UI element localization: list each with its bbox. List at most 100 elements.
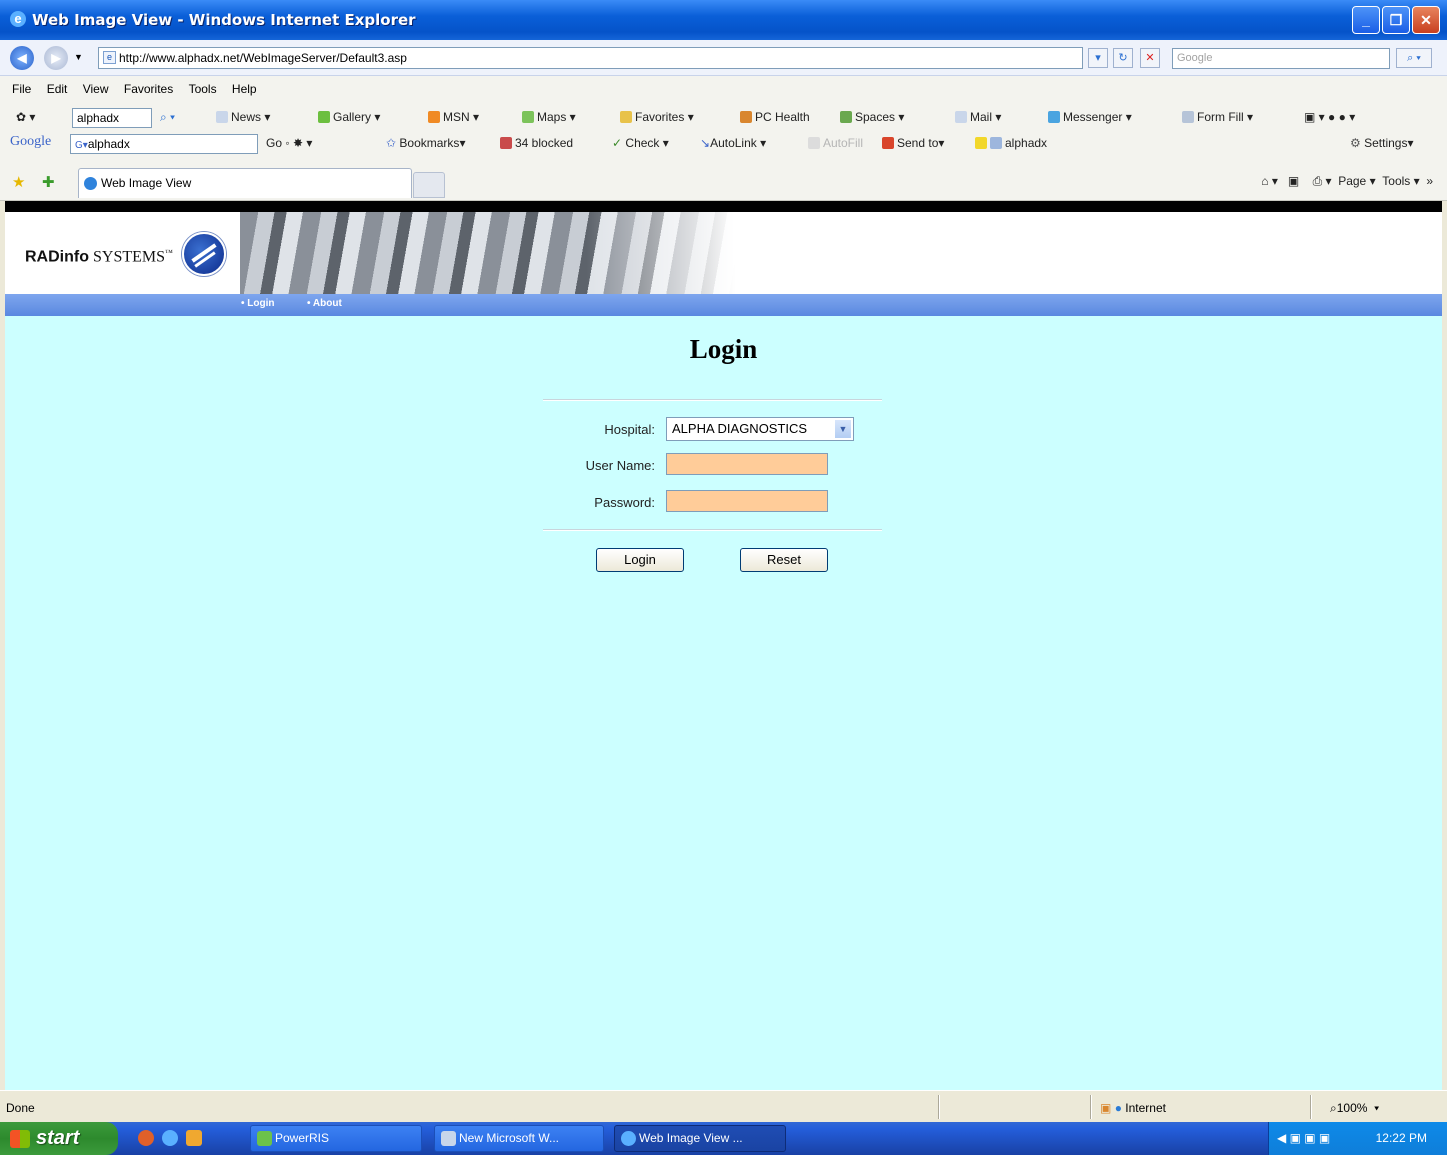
popup-blocked-icon [500,137,512,149]
address-dropdown-icon[interactable]: ▾ [1088,48,1108,68]
menu-tools[interactable]: Tools [189,82,217,96]
reset-button[interactable]: Reset [740,548,828,572]
forward-button[interactable]: ▶ [44,46,68,70]
toolbar-maps[interactable]: Maps ▾ [522,110,576,124]
bookmark-star-icon: ✩ [386,136,397,150]
msn-search-input[interactable]: alphadx [72,108,152,128]
msn-search-icon[interactable]: ⌕ ▾ [160,110,175,125]
taskbar-item-powerris[interactable]: PowerRIS [250,1125,422,1152]
login-button[interactable]: Login [596,548,684,572]
header-photo-collage [240,212,735,294]
tools-menu[interactable]: Tools ▾ [1382,174,1419,188]
new-tab-button[interactable] [413,172,445,198]
stop-icon[interactable]: ✕ [1140,48,1160,68]
username-input[interactable] [666,453,828,475]
overflow-chevron-icon[interactable]: » [1426,174,1433,188]
security-zone[interactable]: ▣ ● Internet [1100,1101,1166,1115]
google-go-button[interactable]: Go ◦ ✸ ▾ [266,136,312,150]
site-nav: • Login • About [5,294,1442,316]
system-tray: ◀ ▣ ▣ ▣ 12:22 PM [1268,1122,1447,1155]
taskbar-item-word[interactable]: New Microsoft W... [434,1125,604,1152]
zoom-icon: ⌕ [1330,1101,1337,1115]
back-button[interactable]: ◀ [10,46,34,70]
toolbar-form-fill[interactable]: Form Fill ▾ [1182,110,1253,124]
quicklaunch-firefox-icon[interactable] [138,1130,154,1146]
add-favorite-icon[interactable]: ✚ [42,173,55,191]
close-button[interactable]: ✕ [1412,6,1440,34]
site-header: RADinfo SYSTEMS™ [5,212,1442,294]
home-icon[interactable]: ⌂ ▾ [1261,174,1278,188]
google-bookmarks[interactable]: ✩ Bookmarks▾ [386,136,465,150]
minimize-button[interactable]: _ [1352,6,1380,34]
spellcheck-icon: ✓ [612,136,623,150]
form-fill-icon [1182,111,1194,123]
toolbar-spaces[interactable]: Spaces ▾ [840,110,904,124]
tray-icons[interactable]: ◀ ▣ ▣ ▣ [1277,1131,1330,1145]
menu-edit[interactable]: Edit [47,82,68,96]
toolbar-mail[interactable]: Mail ▾ [955,110,1001,124]
google-toolbar: Google G▾alphadx Go ◦ ✸ ▾ ✩ Bookmarks▾ 3… [0,132,1447,156]
google-logo: Google [10,134,52,149]
chevron-down-icon[interactable]: ▼ [834,419,852,439]
page-menu[interactable]: Page ▾ [1338,174,1375,188]
search-icon[interactable]: ⌕ ▾ [1396,48,1432,68]
pc-health-icon [740,111,752,123]
toolbar-news[interactable]: News ▾ [216,110,270,124]
start-button[interactable]: start [0,1122,118,1155]
taskbar: start PowerRIS New Microsoft W... Web Im… [0,1122,1447,1155]
toolbar-extra-icons[interactable]: ▣ ▾ ● ● ▾ [1304,110,1355,124]
header-black-strip [5,201,1442,212]
quicklaunch-folder-icon[interactable] [186,1130,202,1146]
nav-login[interactable]: • Login [241,298,275,309]
google-popup-blocker[interactable]: 34 blocked [500,136,573,150]
toolbar-favorites[interactable]: Favorites ▾ [620,110,694,124]
toolbar-messenger[interactable]: Messenger ▾ [1048,110,1132,124]
search-input[interactable]: Google [1172,48,1390,69]
protected-mode-icon: ▣ [1100,1101,1112,1115]
username-label: User Name: [585,458,655,473]
recent-pages-dropdown-icon[interactable]: ▼ [74,52,83,62]
menu-favorites[interactable]: Favorites [124,82,173,96]
google-autolink[interactable]: ↘AutoLink ▾ [700,136,766,150]
maximize-button[interactable]: ❐ [1382,6,1410,34]
autofill-icon [808,137,820,149]
status-text: Done [6,1101,35,1115]
tab-web-image-view[interactable]: Web Image View [78,168,412,198]
hospital-select[interactable]: ALPHA DIAGNOSTICS ▼ [666,417,854,441]
print-icon[interactable]: ⎙ ▾ [1313,174,1332,188]
title-bar: e Web Image View - Windows Internet Expl… [0,0,1447,40]
windows-flag-icon [10,1130,30,1148]
gallery-icon [318,111,330,123]
menu-file[interactable]: File [12,82,31,96]
tab-row: ★ ✚ Web Image View ⌂ ▾ ▣ ⎙ ▾ Page ▾ Tool… [0,164,1447,201]
msn-butterfly-icon[interactable]: ✿ ▾ [16,110,35,124]
menu-help[interactable]: Help [232,82,257,96]
toolbar-pc-health[interactable]: PC Health [740,110,810,124]
window-title: Web Image View - Windows Internet Explor… [32,11,416,29]
google-search-input[interactable]: G▾alphadx [70,134,258,154]
feeds-icon[interactable]: ▣ [1288,174,1299,188]
search-term-icon [990,137,1002,149]
tab-page-icon [84,177,97,190]
google-highlight[interactable]: alphadx [975,136,1047,150]
google-send-to[interactable]: Send to▾ [882,136,944,150]
nav-about[interactable]: • About [307,298,342,309]
divider-bottom [543,529,882,531]
toolbar-msn[interactable]: MSN ▾ [428,110,479,124]
toolbars: File Edit View Favorites Tools Help ✿ ▾ … [0,76,1447,164]
zoom-level[interactable]: ⌕100% ▾ [1330,1101,1379,1116]
menu-bar: File Edit View Favorites Tools Help [0,82,257,102]
toolbar-gallery[interactable]: Gallery ▾ [318,110,380,124]
refresh-icon[interactable]: ↻ [1113,48,1133,68]
google-settings[interactable]: ⚙ Settings▾ [1350,136,1414,150]
address-bar[interactable]: e http://www.alphadx.net/WebImageServer/… [98,47,1083,69]
password-input[interactable] [666,490,828,512]
page-icon: e [103,51,116,64]
quicklaunch-ie-icon[interactable] [162,1130,178,1146]
menu-view[interactable]: View [83,82,109,96]
favorites-center-star-icon[interactable]: ★ [12,173,25,191]
ie-task-icon [621,1131,636,1146]
password-label: Password: [594,495,655,510]
taskbar-item-web-image-view[interactable]: Web Image View ... [614,1125,786,1152]
google-check[interactable]: ✓ Check ▾ [612,136,669,150]
